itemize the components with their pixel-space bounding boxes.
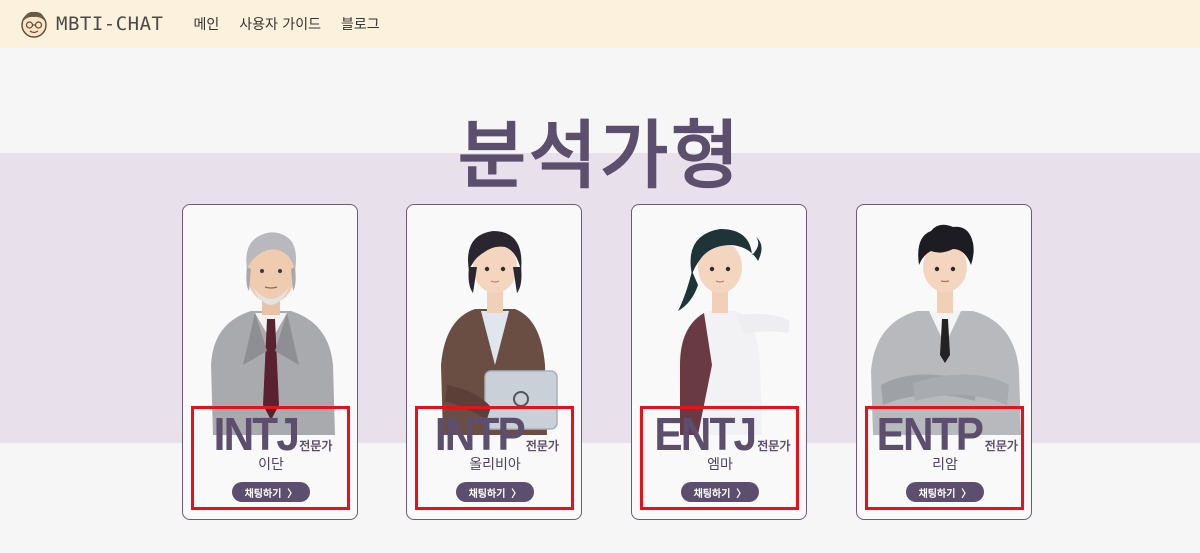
expert-cards: INTJ 전문가 이단 채팅하기 〉 INTP 전문가 올리비아 채팅하기 〉 … [0,0,1200,553]
character-name: 엠마 [707,457,733,473]
mbti-type-code: ENTJ [654,408,757,460]
type-suffix: 전문가 [525,439,559,453]
type-label: ENTJ 전문가 [632,407,806,460]
expert-card-intp[interactable]: INTP 전문가 올리비아 채팅하기 〉 [406,204,582,520]
chevron-right-icon: 〉 [736,488,747,500]
portrait-woman-pose [678,229,790,435]
chevron-right-icon: 〉 [287,488,298,500]
expert-card-intj[interactable]: INTJ 전문가 이단 채팅하기 〉 [182,204,358,520]
type-suffix: 전문가 [757,439,791,453]
portrait-young-man-jacket [871,224,1021,435]
chat-button-entp[interactable]: 채팅하기 〉 [906,482,984,502]
chevron-right-icon: 〉 [511,488,522,500]
type-label: INTP 전문가 [407,407,581,460]
mbti-type-code: INTP [434,408,526,460]
type-suffix: 전문가 [299,439,333,453]
chat-button-entj[interactable]: 채팅하기 〉 [681,482,759,502]
chat-button-intj[interactable]: 채팅하기 〉 [232,482,310,502]
character-name: 이단 [258,457,284,473]
chevron-right-icon: 〉 [961,488,972,500]
chat-button-label: 채팅하기 [468,488,506,500]
type-label: ENTP 전문가 [857,407,1031,460]
chat-button-label: 채팅하기 [244,488,282,500]
portrait-woman-laptop [441,231,558,435]
mbti-type-code: ENTP [876,408,984,460]
expert-card-entj[interactable]: ENTJ 전문가 엠마 채팅하기 〉 [631,204,807,520]
type-suffix: 전문가 [984,439,1018,453]
character-name: 올리비아 [469,457,521,473]
expert-card-entp[interactable]: ENTP 전문가 리암 채팅하기 〉 [856,204,1032,520]
mbti-type-code: INTJ [213,408,299,460]
character-name: 리암 [932,457,958,473]
chat-button-label: 채팅하기 [918,488,956,500]
chat-button-label: 채팅하기 [693,488,731,500]
portrait-older-man-suit [211,232,335,435]
chat-button-intp[interactable]: 채팅하기 〉 [456,482,534,502]
type-label: INTJ 전문가 [183,407,357,460]
